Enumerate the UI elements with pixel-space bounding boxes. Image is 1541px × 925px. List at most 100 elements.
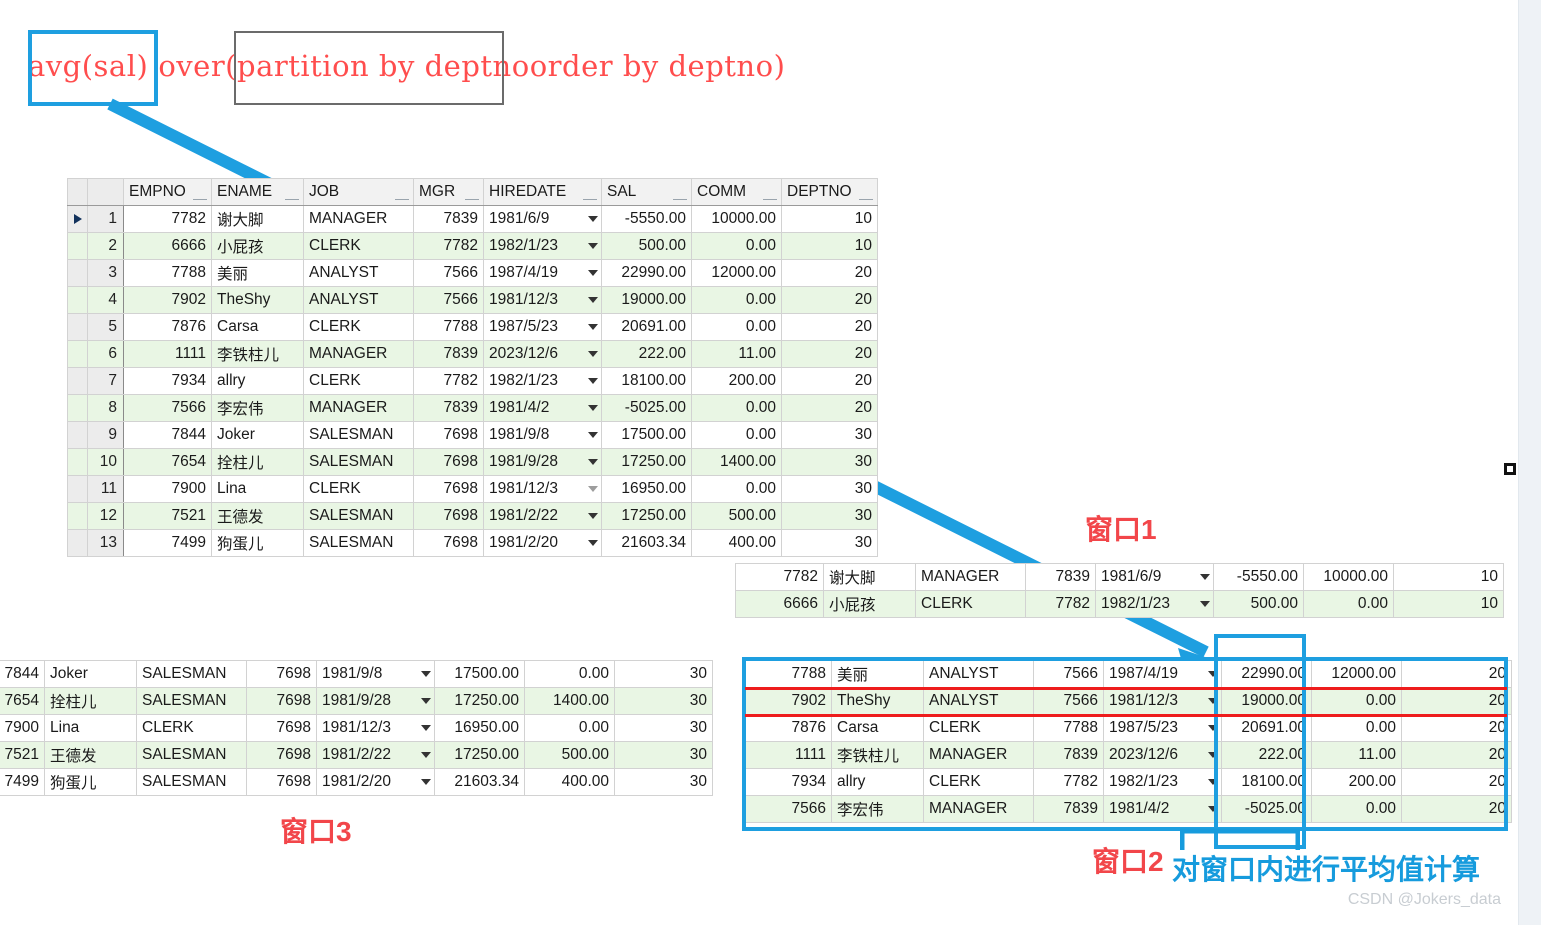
chevron-down-icon[interactable] — [1208, 806, 1218, 812]
cell-deptno[interactable]: 20 — [781, 259, 878, 287]
cell-deptno[interactable]: 30 — [781, 421, 878, 449]
cell-comm[interactable]: 0.00 — [691, 421, 782, 449]
row-number[interactable]: 2 — [87, 232, 124, 260]
cell-deptno[interactable]: 10 — [781, 205, 878, 233]
table-row[interactable]: 12 7521 王德发 SALESMAN 7698 1981/2/22 17250.00 50… — [67, 502, 878, 530]
row-cursor-cell[interactable] — [67, 205, 88, 233]
cell-ename[interactable]: 王德发 — [211, 502, 304, 530]
chevron-down-icon[interactable] — [1200, 574, 1210, 580]
cell-comm[interactable]: 1400.00 — [691, 448, 782, 476]
cell-empno[interactable]: 7876 — [123, 313, 212, 341]
chevron-down-icon[interactable] — [588, 540, 598, 546]
table-row[interactable]: 5 7876 Carsa CLERK 7788 1987/5/23 20691.00 0.00… — [67, 313, 878, 341]
cell-comm[interactable]: 0.00 — [1311, 687, 1402, 715]
table-row[interactable]: 7654 拴柱儿 SALESMAN 7698 1981/9/28 17250.00 1400… — [0, 687, 713, 715]
chevron-down-icon[interactable] — [1208, 698, 1218, 704]
row-cursor-cell[interactable] — [67, 502, 88, 530]
cell-sal[interactable]: 17250.00 — [601, 448, 692, 476]
row-number[interactable]: 5 — [87, 313, 124, 341]
cell-hiredate[interactable]: 1981/9/28 — [483, 448, 602, 476]
cell-ename[interactable]: Joker — [44, 660, 137, 688]
table-row[interactable]: 7499 狗蛋儿 SALESMAN 7698 1981/2/20 21603.34 400.… — [0, 768, 713, 796]
row-cursor-cell[interactable] — [67, 340, 88, 368]
cell-deptno[interactable]: 10 — [1393, 563, 1504, 591]
cell-hiredate[interactable]: 1981/6/9 — [1095, 563, 1214, 591]
table-row[interactable]: 7 7934 allry CLERK 7782 1982/1/23 18100.00 200.… — [67, 367, 878, 395]
cell-hiredate[interactable]: 1981/12/3 — [483, 286, 602, 314]
cell-mgr[interactable]: 7566 — [1033, 660, 1104, 688]
cell-job[interactable]: MANAGER — [923, 741, 1034, 769]
cell-mgr[interactable]: 7839 — [413, 205, 484, 233]
row-number[interactable]: 1 — [87, 205, 124, 233]
cell-empno[interactable]: 7499 — [0, 768, 45, 796]
row-cursor-cell[interactable] — [67, 394, 88, 422]
table-row[interactable]: 7521 王德发 SALESMAN 7698 1981/2/22 17250.00 500.… — [0, 741, 713, 769]
cell-mgr[interactable]: 7788 — [413, 313, 484, 341]
cell-sal[interactable]: 17250.00 — [434, 687, 525, 715]
cell-ename[interactable]: 拴柱儿 — [44, 687, 137, 715]
cell-job[interactable]: SALESMAN — [136, 687, 247, 715]
cell-hiredate[interactable]: 1982/1/23 — [483, 232, 602, 260]
row-number[interactable]: 10 — [87, 448, 124, 476]
cell-mgr[interactable]: 7698 — [246, 687, 317, 715]
cell-ename[interactable]: 小屁孩 — [823, 590, 916, 618]
cell-mgr[interactable]: 7839 — [413, 340, 484, 368]
chevron-down-icon[interactable] — [588, 243, 598, 249]
table-row[interactable]: 10 7654 拴柱儿 SALESMAN 7698 1981/9/28 17250.00 14… — [67, 448, 878, 476]
cell-hiredate[interactable]: 1981/6/9 — [483, 205, 602, 233]
cell-empno[interactable]: 1111 — [123, 340, 212, 368]
cell-sal[interactable]: 20691.00 — [601, 313, 692, 341]
table-row[interactable]: 11 7900 Lina CLERK 7698 1981/12/3 16950.00 0.00… — [67, 475, 878, 503]
cell-ename[interactable]: TheShy — [831, 687, 924, 715]
table-row[interactable]: 6666 小屁孩 CLERK 7782 1982/1/23 500.00 0.00 10 — [735, 590, 1504, 618]
cell-ename[interactable]: 美丽 — [831, 660, 924, 688]
chevron-down-icon[interactable] — [588, 459, 598, 465]
cell-sal[interactable]: -5550.00 — [1213, 563, 1304, 591]
chevron-down-icon[interactable] — [1200, 601, 1210, 607]
cell-comm[interactable]: 0.00 — [524, 714, 615, 742]
grid-corner-cell[interactable] — [67, 178, 88, 206]
cell-empno[interactable]: 7902 — [123, 286, 212, 314]
cell-deptno[interactable]: 20 — [1401, 687, 1512, 715]
cell-job[interactable]: CLERK — [915, 590, 1026, 618]
cell-ename[interactable]: allry — [831, 768, 924, 796]
table-row[interactable]: 7782 谢大脚 MANAGER 7839 1981/6/9 -5550.00 10000.… — [735, 563, 1504, 591]
cell-deptno[interactable]: 20 — [781, 286, 878, 314]
cell-deptno[interactable]: 20 — [781, 394, 878, 422]
cell-deptno[interactable]: 10 — [1393, 590, 1504, 618]
cell-empno[interactable]: 7782 — [735, 563, 824, 591]
cell-deptno[interactable]: 20 — [781, 367, 878, 395]
cell-hiredate[interactable]: 1987/4/19 — [483, 259, 602, 287]
cell-comm[interactable]: 11.00 — [1311, 741, 1402, 769]
table-row[interactable]: 7902 TheShy ANALYST 7566 1981/12/3 19000.00 0.… — [743, 687, 1512, 715]
cell-hiredate[interactable]: 2023/12/6 — [483, 340, 602, 368]
cell-comm[interactable]: 500.00 — [524, 741, 615, 769]
cell-sal[interactable]: 18100.00 — [1221, 768, 1312, 796]
cell-hiredate[interactable]: 2023/12/6 — [1103, 741, 1222, 769]
cell-ename[interactable]: Carsa — [831, 714, 924, 742]
cell-mgr[interactable]: 7698 — [246, 660, 317, 688]
cell-sal[interactable]: 17500.00 — [434, 660, 525, 688]
cell-sal[interactable]: 21603.34 — [434, 768, 525, 796]
row-number[interactable]: 11 — [87, 475, 124, 503]
table-row[interactable]: 9 7844 Joker SALESMAN 7698 1981/9/8 17500.00 0.… — [67, 421, 878, 449]
cell-ename[interactable]: TheShy — [211, 286, 304, 314]
cell-job[interactable]: CLERK — [303, 313, 414, 341]
cell-empno[interactable]: 7566 — [123, 394, 212, 422]
main-data-grid[interactable]: EMPNO ENAME JOB MGR HIREDATE SAL COMM DEPTNO 1 77… — [67, 178, 878, 557]
cell-empno[interactable]: 7521 — [0, 741, 45, 769]
cell-empno[interactable]: 7788 — [743, 660, 832, 688]
table-row[interactable]: 7900 Lina CLERK 7698 1981/12/3 16950.00 0.00 30 — [0, 714, 713, 742]
cell-job[interactable]: MANAGER — [303, 394, 414, 422]
cell-sal[interactable]: 17250.00 — [434, 741, 525, 769]
cell-comm[interactable]: 400.00 — [691, 529, 782, 557]
window2-data-grid[interactable]: 7788 美丽 ANALYST 7566 1987/4/19 22990.00 12000.… — [743, 660, 1512, 823]
row-cursor-cell[interactable] — [67, 421, 88, 449]
row-cursor-cell[interactable] — [67, 232, 88, 260]
chevron-down-icon[interactable] — [588, 270, 598, 276]
cell-sal[interactable]: 16950.00 — [601, 475, 692, 503]
cell-comm[interactable]: 0.00 — [524, 660, 615, 688]
cell-deptno[interactable]: 30 — [614, 687, 713, 715]
resize-handle-icon[interactable] — [1504, 463, 1516, 475]
cell-hiredate[interactable]: 1981/9/28 — [316, 687, 435, 715]
